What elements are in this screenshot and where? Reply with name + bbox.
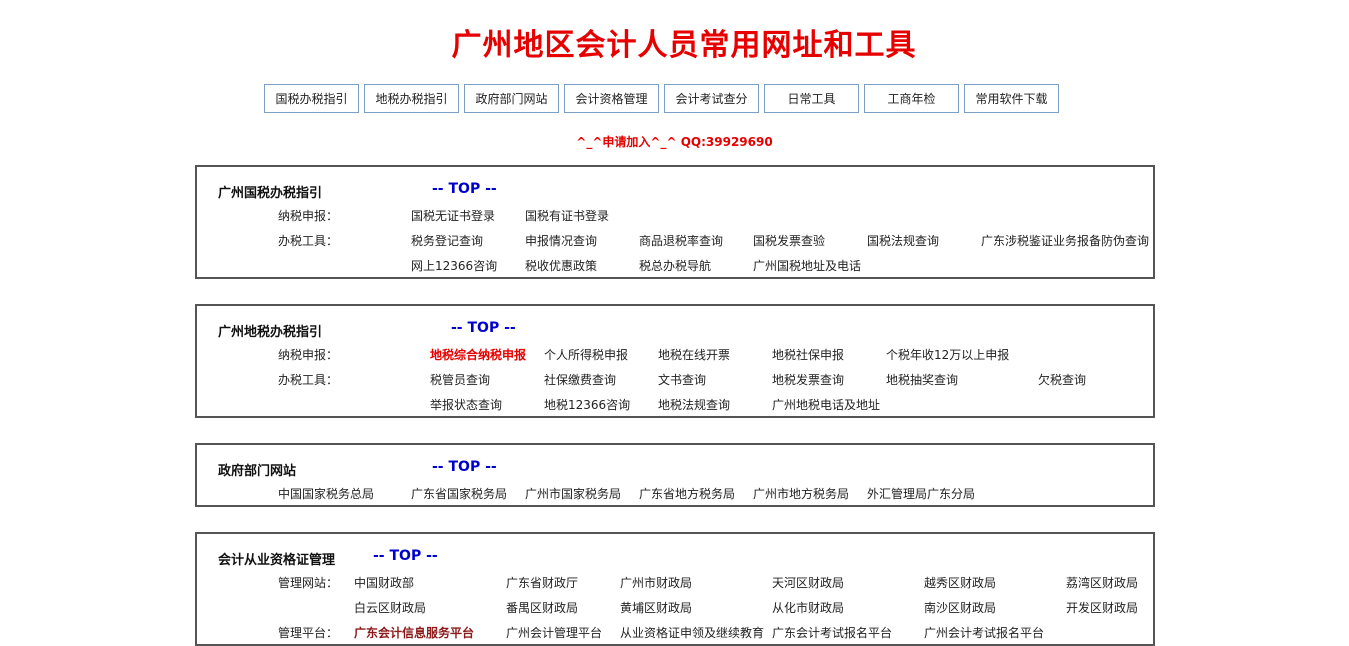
row-label: 纳税申报：	[278, 348, 339, 362]
link-item[interactable]: 越秀区财政局	[924, 574, 996, 591]
link-item[interactable]: 个人所得税申报	[544, 346, 628, 363]
link-item[interactable]: 国税法规查询	[867, 232, 939, 249]
link-item[interactable]: 从业资格证申领及继续教育	[620, 624, 764, 641]
nav-software-download-button[interactable]: 常用软件下载	[964, 84, 1059, 113]
link-item[interactable]: 南沙区财政局	[924, 599, 996, 616]
top-link[interactable]: -- TOP --	[432, 459, 497, 475]
nav-annual-check-button[interactable]: 工商年检	[864, 84, 959, 113]
panel-title: 政府部门网站	[218, 464, 297, 479]
top-link[interactable]: -- TOP --	[432, 181, 497, 197]
link-item[interactable]: 番禺区财政局	[506, 599, 578, 616]
link-item[interactable]: 广东会计信息服务平台	[354, 624, 474, 641]
link-item[interactable]: 广州会计管理平台	[506, 624, 602, 641]
link-item[interactable]: 广州会计考试报名平台	[924, 624, 1044, 641]
nav-guoshui-button[interactable]: 国税办税指引	[264, 84, 359, 113]
link-item[interactable]: 开发区财政局	[1066, 599, 1138, 616]
link-item[interactable]: 外汇管理局广东分局	[867, 485, 975, 502]
link-item[interactable]: 地税在线开票	[658, 346, 730, 363]
link-item[interactable]: 社保缴费查询	[544, 371, 616, 388]
guoshui-panel: 广州国税办税指引 -- TOP -- 纳税申报： 国税无证书登录 国税有证书登录…	[195, 165, 1155, 279]
link-item[interactable]: 广东省国家税务局	[411, 485, 507, 502]
link-item[interactable]: 中国国家税务总局	[278, 485, 374, 502]
link-item[interactable]: 广州市地方税务局	[753, 485, 849, 502]
link-item[interactable]: 地税法规查询	[658, 396, 730, 413]
top-link[interactable]: -- TOP --	[451, 320, 516, 336]
nav-daily-tools-button[interactable]: 日常工具	[764, 84, 859, 113]
panel-title: 广州国税办税指引	[218, 186, 323, 201]
row-label: 管理平台：	[278, 626, 339, 640]
link-item[interactable]: 税收优惠政策	[525, 257, 597, 274]
top-link[interactable]: -- TOP --	[373, 548, 438, 564]
link-item[interactable]: 地税发票查询	[772, 371, 844, 388]
row-label: 纳税申报：	[278, 209, 339, 223]
link-item[interactable]: 广东会计考试报名平台	[772, 624, 892, 641]
link-item[interactable]: 广州市财政局	[620, 574, 692, 591]
link-item[interactable]: 文书查询	[658, 371, 706, 388]
link-item[interactable]: 个税年收12万以上申报	[886, 346, 1009, 363]
link-item[interactable]: 地税抽奖查询	[886, 371, 958, 388]
gov-panel: 政府部门网站 -- TOP -- 中国国家税务总局 广东省国家税务局 广州市国家…	[195, 443, 1155, 507]
nav-exam-score-button[interactable]: 会计考试查分	[664, 84, 759, 113]
kuaiji-panel: 会计从业资格证管理 -- TOP -- 管理网站： 中国财政部 广东省财政厅 广…	[195, 532, 1155, 646]
link-item[interactable]: 白云区财政局	[354, 599, 426, 616]
link-item[interactable]: 税管员查询	[430, 371, 490, 388]
link-item[interactable]: 国税无证书登录	[411, 207, 495, 224]
row-label: 管理网站：	[278, 576, 339, 590]
link-item[interactable]: 地税综合纳税申报	[430, 346, 526, 363]
link-item[interactable]: 黄埔区财政局	[620, 599, 692, 616]
page-title: 广州地区会计人员常用网址和工具	[451, 28, 917, 63]
link-item[interactable]: 税务登记查询	[411, 232, 483, 249]
link-item[interactable]: 国税发票查验	[753, 232, 825, 249]
link-item[interactable]: 广州地税电话及地址	[772, 396, 880, 413]
panel-title: 会计从业资格证管理	[218, 553, 336, 568]
link-item[interactable]: 中国财政部	[354, 574, 414, 591]
top-nav: 国税办税指引 地税办税指引 政府部门网站 会计资格管理 会计考试查分 日常工具 …	[264, 84, 1059, 113]
panel-title: 广州地税办税指引	[218, 325, 323, 340]
link-item[interactable]: 从化市财政局	[772, 599, 844, 616]
link-item[interactable]: 商品退税率查询	[639, 232, 723, 249]
row-label: 办税工具：	[278, 234, 339, 248]
link-item[interactable]: 广东涉税鉴证业务报备防伪查询	[981, 232, 1149, 249]
link-item[interactable]: 欠税查询	[1038, 371, 1086, 388]
nav-qualification-button[interactable]: 会计资格管理	[564, 84, 659, 113]
link-item[interactable]: 天河区财政局	[772, 574, 844, 591]
nav-gov-button[interactable]: 政府部门网站	[464, 84, 559, 113]
link-item[interactable]: 申报情况查询	[525, 232, 597, 249]
nav-dishui-button[interactable]: 地税办税指引	[364, 84, 459, 113]
dishui-panel: 广州地税办税指引 -- TOP -- 纳税申报： 地税综合纳税申报 个人所得税申…	[195, 304, 1155, 418]
link-item[interactable]: 举报状态查询	[430, 396, 502, 413]
link-item[interactable]: 荔湾区财政局	[1066, 574, 1138, 591]
link-item[interactable]: 广州市国家税务局	[525, 485, 621, 502]
row-label: 办税工具：	[278, 373, 339, 387]
link-item[interactable]: 广东省地方税务局	[639, 485, 735, 502]
link-item[interactable]: 广州国税地址及电话	[753, 257, 861, 274]
link-item[interactable]: 国税有证书登录	[525, 207, 609, 224]
qq-join-link[interactable]: ^_^申请加入^_^ QQ:39929690	[0, 133, 1349, 150]
link-item[interactable]: 网上12366咨询	[411, 257, 497, 274]
link-item[interactable]: 地税12366咨询	[544, 396, 630, 413]
link-item[interactable]: 广东省财政厅	[506, 574, 578, 591]
link-item[interactable]: 地税社保申报	[772, 346, 844, 363]
link-item[interactable]: 税总办税导航	[639, 257, 711, 274]
